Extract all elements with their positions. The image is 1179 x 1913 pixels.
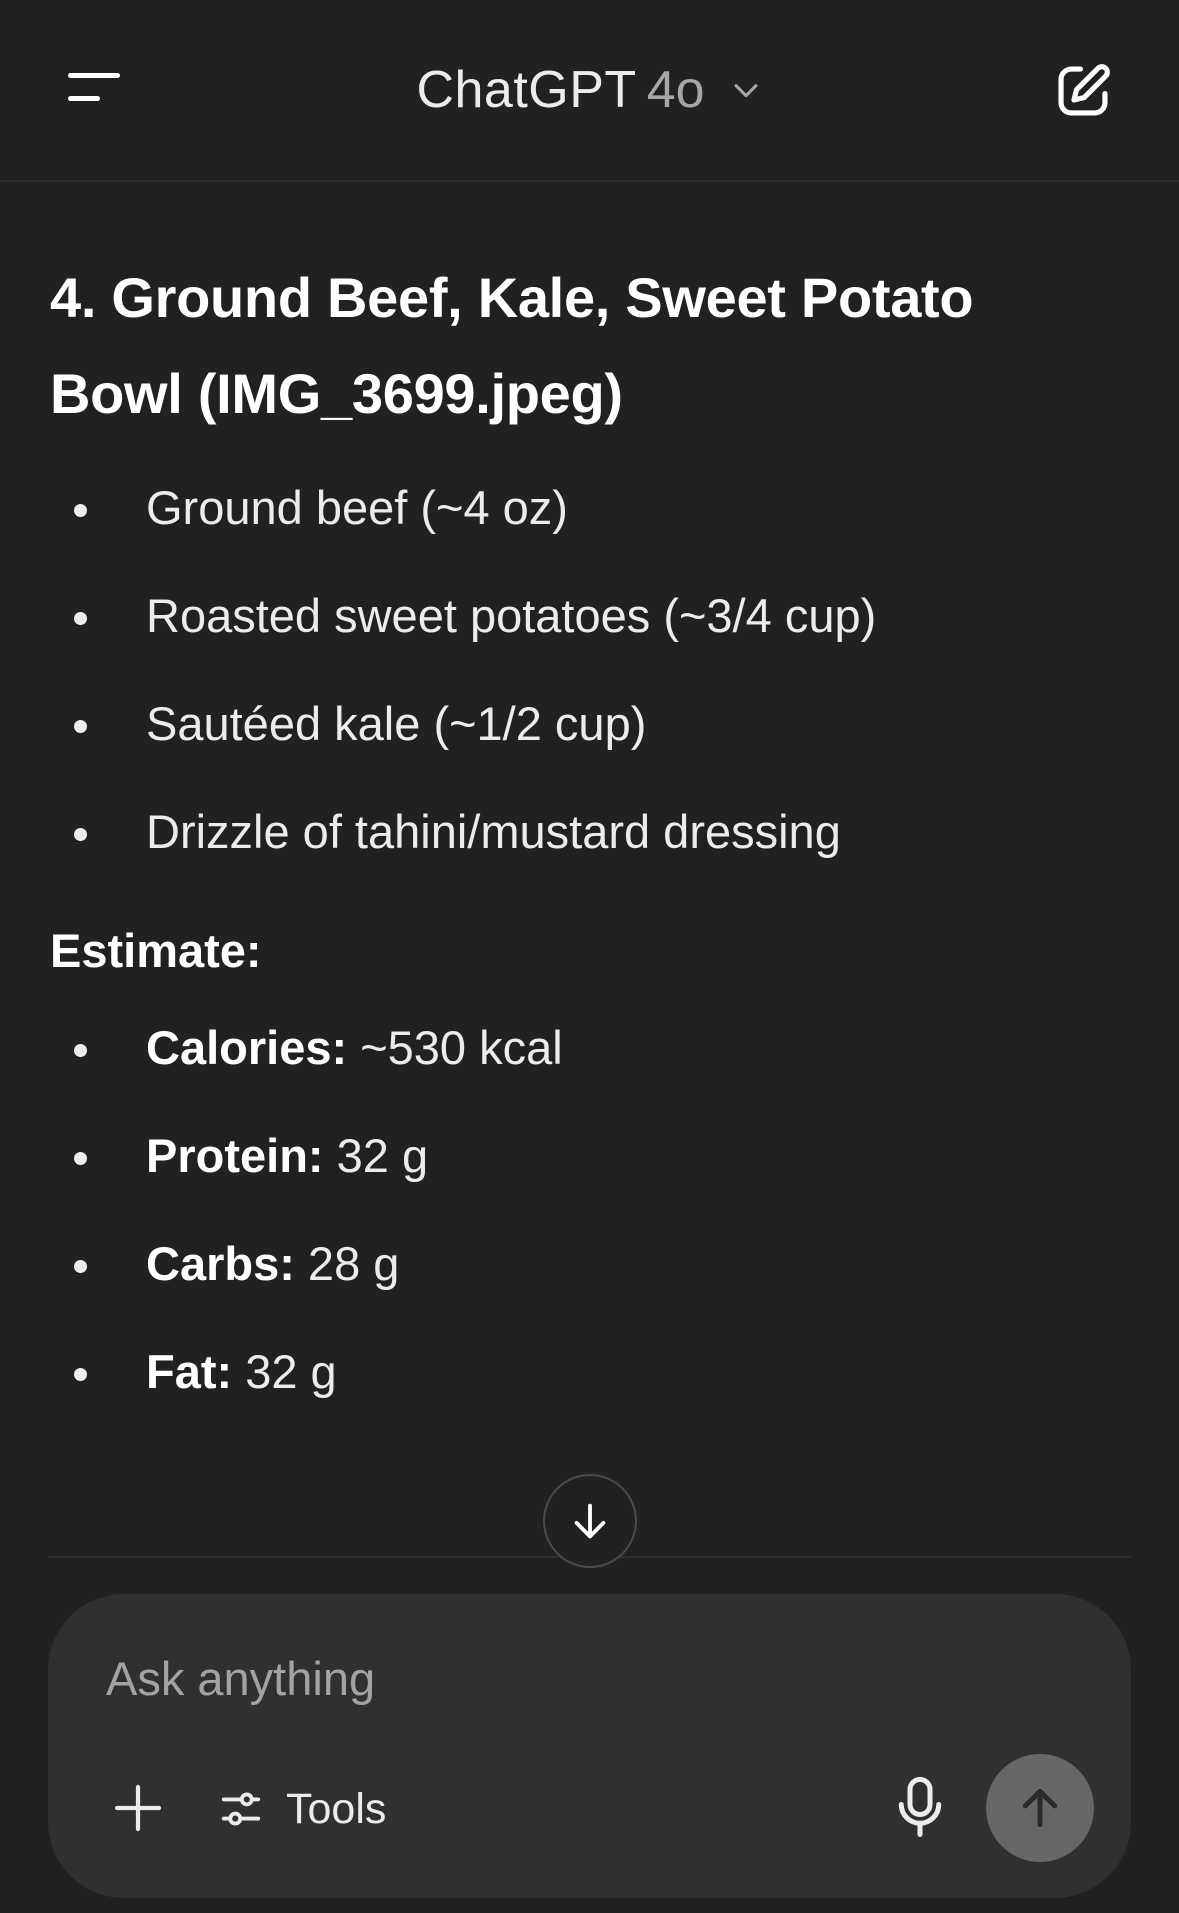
new-chat-icon	[1058, 64, 1110, 116]
model-version: 4o	[646, 61, 705, 119]
composer: Tools	[48, 1594, 1131, 1898]
list-item: Roasted sweet potatoes (~3/4 cup)	[50, 562, 1130, 670]
list-item: Ground beef (~4 oz)	[50, 454, 1130, 562]
tools-label: Tools	[286, 1784, 387, 1833]
send-button[interactable]	[986, 1754, 1094, 1862]
ingredient-list: Ground beef (~4 oz) Roasted sweet potato…	[50, 454, 1130, 886]
meal-heading: 4. Ground Beef, Kale, Sweet Potato Bowl …	[50, 250, 1130, 442]
new-chat-button[interactable]	[1052, 60, 1114, 122]
meal-heading-line1: 4. Ground Beef, Kale, Sweet Potato	[50, 266, 974, 329]
estimate-carbs: Carbs: 28 g	[50, 1210, 1130, 1318]
estimate-list: Calories: ~530 kcal Protein: 32 g Carbs:…	[50, 994, 1130, 1426]
list-item: Sautéed kale (~1/2 cup)	[50, 670, 1130, 778]
scroll-down-button[interactable]	[543, 1474, 637, 1568]
chat-screen: ChatGPT 4o 4. Ground Beef, Kale, Sweet P…	[0, 0, 1179, 1913]
arrow-down-icon	[574, 1503, 606, 1539]
sliders-icon	[221, 1792, 261, 1826]
microphone-icon	[898, 1777, 942, 1837]
message-input[interactable]	[106, 1646, 1006, 1710]
estimate-fat: Fat: 32 g	[50, 1318, 1130, 1426]
estimate-calories: Calories: ~530 kcal	[50, 994, 1130, 1102]
chevron-down-icon	[734, 84, 758, 98]
attach-button[interactable]	[110, 1780, 166, 1836]
assistant-message: 4. Ground Beef, Kale, Sweet Potato Bowl …	[50, 250, 1130, 1426]
model-name: ChatGPT	[416, 61, 637, 119]
microphone-button[interactable]	[890, 1774, 950, 1840]
arrow-up-icon	[1022, 1788, 1058, 1828]
estimate-protein: Protein: 32 g	[50, 1102, 1130, 1210]
tools-button[interactable]: Tools	[218, 1778, 386, 1840]
list-item: Drizzle of tahini/mustard dressing	[50, 778, 1130, 886]
model-selector[interactable]: ChatGPT 4o	[0, 56, 1179, 124]
estimate-heading: Estimate:	[50, 924, 262, 977]
top-bar: ChatGPT 4o	[0, 0, 1179, 182]
meal-heading-line2: Bowl (IMG_3699.jpeg)	[50, 362, 623, 425]
plus-icon	[114, 1784, 162, 1832]
